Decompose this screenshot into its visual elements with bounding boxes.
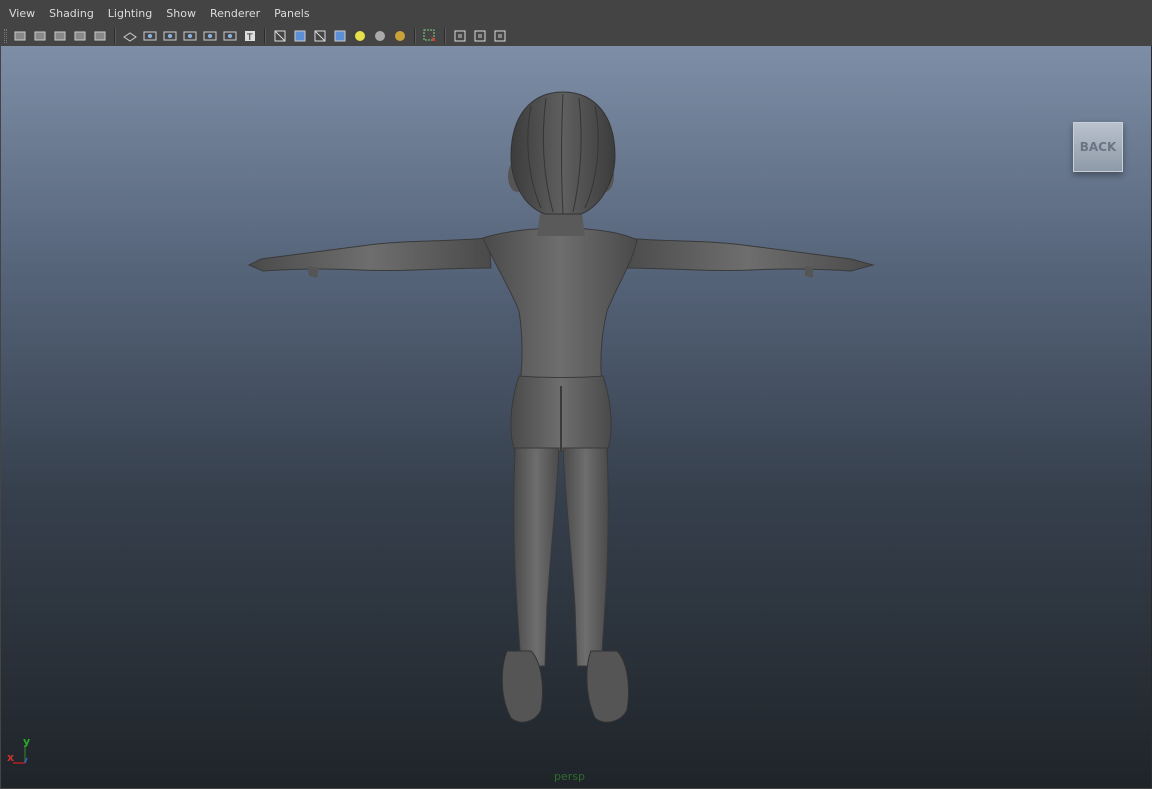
toolbar-separator <box>114 28 116 44</box>
wireframe-on-shaded-icon[interactable] <box>311 27 329 45</box>
image-plane-icon[interactable] <box>71 27 89 45</box>
svg-text:T: T <box>246 33 253 43</box>
menu-panels[interactable]: Panels <box>267 0 316 26</box>
hair <box>510 91 616 215</box>
use-all-lights-icon[interactable] <box>351 27 369 45</box>
film-gate-icon[interactable] <box>141 27 159 45</box>
gate-mask-icon[interactable] <box>181 27 199 45</box>
menu-bar: View Shading Lighting Show Renderer Panels <box>0 0 1152 26</box>
menu-renderer[interactable]: Renderer <box>203 0 267 26</box>
grease-pencil-icon[interactable] <box>91 27 109 45</box>
left-arm <box>247 237 492 272</box>
isolate-select-icon[interactable] <box>421 27 439 45</box>
character-model <box>247 91 875 723</box>
axis-y-label: y <box>23 735 30 748</box>
camera-name: persp <box>554 770 585 783</box>
right-leg <box>562 447 609 667</box>
grid-icon[interactable] <box>121 27 139 45</box>
bookmarks-icon[interactable] <box>51 27 69 45</box>
axis-indicator: y x <box>7 735 30 764</box>
viewcube-back[interactable]: BACK <box>1073 122 1123 172</box>
safe-action-icon[interactable] <box>221 27 239 45</box>
menu-show[interactable]: Show <box>159 0 203 26</box>
textured-icon[interactable] <box>331 27 349 45</box>
xray-icon[interactable] <box>451 27 469 45</box>
shadows-icon[interactable] <box>371 27 389 45</box>
toolbar-separator <box>414 28 416 44</box>
viewcube-label: BACK <box>1079 140 1117 154</box>
camera-attributes-icon[interactable] <box>31 27 49 45</box>
menu-view[interactable]: View <box>0 0 42 26</box>
right-shoe <box>586 650 630 723</box>
ambient-occlusion-icon[interactable] <box>391 27 409 45</box>
safe-title-icon[interactable]: T <box>241 27 259 45</box>
menu-shading[interactable]: Shading <box>42 0 101 26</box>
toolbar-separator <box>264 28 266 44</box>
panel-toolbar: T <box>0 26 1152 46</box>
left-leg <box>513 447 560 667</box>
field-chart-icon[interactable] <box>201 27 219 45</box>
select-camera-icon[interactable] <box>11 27 29 45</box>
smooth-shade-icon[interactable] <box>291 27 309 45</box>
wireframe-icon[interactable] <box>271 27 289 45</box>
toolbar-grip <box>4 29 7 43</box>
menu-lighting[interactable]: Lighting <box>101 0 159 26</box>
xray-components-icon[interactable] <box>491 27 509 45</box>
resolution-gate-icon[interactable] <box>161 27 179 45</box>
toolbar-separator <box>444 28 446 44</box>
axis-x-label: x <box>7 751 14 764</box>
xray-joints-icon[interactable] <box>471 27 489 45</box>
right-arm <box>620 237 875 272</box>
left-shoe <box>501 650 544 723</box>
viewport-persp[interactable]: BACK <box>1 46 1152 788</box>
